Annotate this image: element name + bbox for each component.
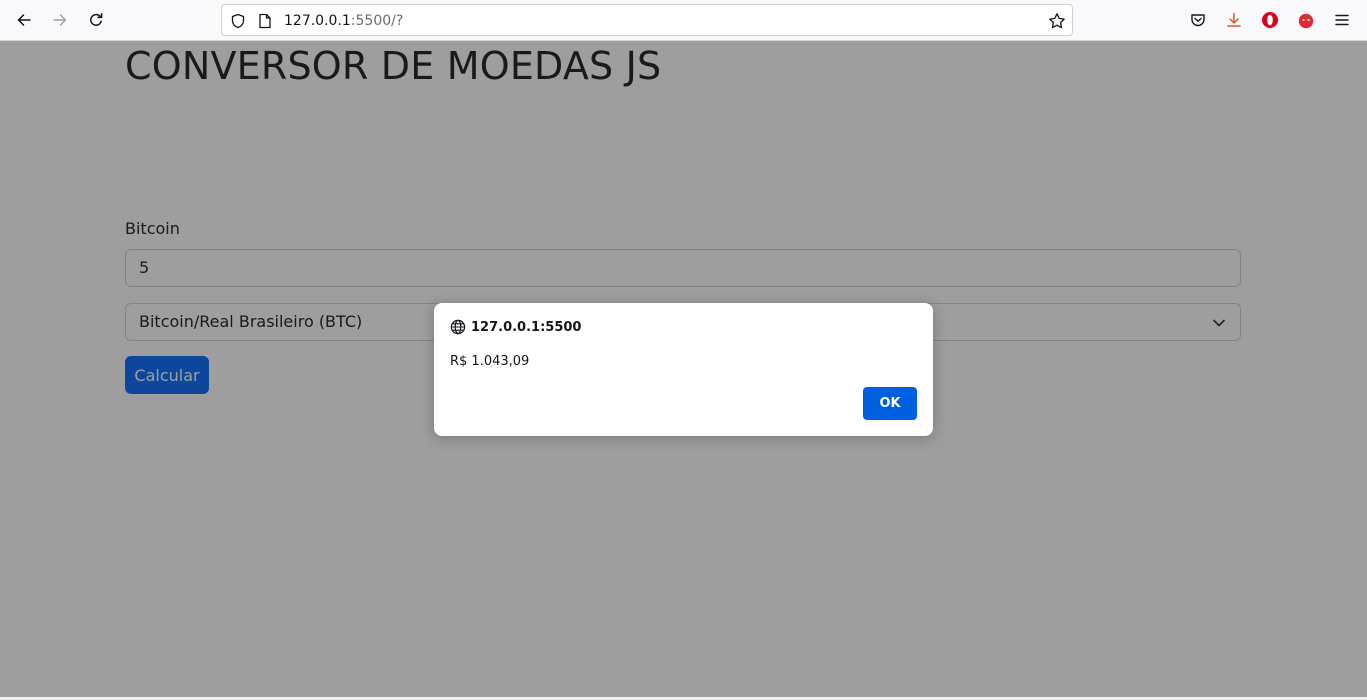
dialog-message: R$ 1.043,09 <box>450 354 530 369</box>
url-text[interactable]: 127.0.0.1:5500/? <box>284 12 403 30</box>
globe-icon <box>450 319 466 335</box>
hamburger-menu-icon <box>1335 14 1349 26</box>
ok-button[interactable]: OK <box>863 387 917 420</box>
tomato-extension-icon <box>1298 13 1314 29</box>
url-bar[interactable]: 127.0.0.1:5500/? <box>221 4 1073 36</box>
arrow-left-icon <box>17 14 31 26</box>
tomato-extension-button[interactable] <box>1291 5 1321 35</box>
download-icon <box>1227 12 1241 27</box>
downloads-button[interactable] <box>1219 5 1249 35</box>
forward-button[interactable] <box>45 5 75 35</box>
browser-toolbar: 127.0.0.1:5500/? <box>0 0 1367 41</box>
menu-button[interactable] <box>1327 5 1357 35</box>
page-icon[interactable] <box>256 12 274 30</box>
reload-button[interactable] <box>81 5 111 35</box>
opera-extension-icon <box>1262 12 1278 28</box>
pocket-button[interactable] <box>1183 5 1213 35</box>
alert-dialog: 127.0.0.1:5500 R$ 1.043,09 OK <box>434 303 933 436</box>
url-host: 127.0.0.1 <box>284 13 351 29</box>
opera-extension-button[interactable] <box>1255 5 1285 35</box>
shield-icon[interactable] <box>229 12 247 30</box>
dialog-header: 127.0.0.1:5500 <box>450 319 581 335</box>
arrow-right-icon <box>53 14 67 26</box>
reload-icon <box>90 13 103 26</box>
back-button[interactable] <box>9 5 39 35</box>
star-icon[interactable] <box>1048 12 1066 30</box>
url-path: :5500/? <box>350 13 404 29</box>
dialog-origin: 127.0.0.1:5500 <box>471 319 582 335</box>
pocket-icon <box>1191 14 1205 27</box>
